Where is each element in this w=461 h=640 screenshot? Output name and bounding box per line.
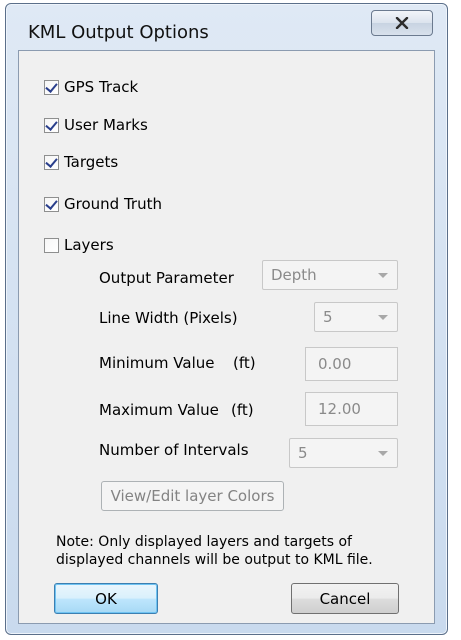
number-of-intervals-select[interactable]: 5 [289,438,398,468]
ground-truth-checkbox[interactable] [44,196,59,212]
chevron-down-icon [378,451,388,456]
minimum-value-label: Minimum Value [99,354,215,372]
note-line-2: displayed channels will be output to KML… [56,552,373,568]
output-parameter-value: Depth [271,266,317,284]
cancel-button[interactable]: Cancel [291,583,399,614]
chevron-down-icon [378,273,388,278]
targets-option[interactable]: Targets [44,153,118,171]
gps-track-label: GPS Track [64,78,139,96]
minimum-value-unit: (ft) [233,354,256,372]
user-marks-option[interactable]: User Marks [44,116,148,134]
minimum-value-text: 0.00 [318,355,352,373]
title-bar[interactable]: KML Output Options [6,4,447,50]
ground-truth-option[interactable]: Ground Truth [44,195,162,213]
number-of-intervals-value: 5 [298,444,308,462]
gps-track-option[interactable]: GPS Track [44,78,138,96]
note-line-1: Note: Only displayed layers and targets … [56,534,352,550]
ground-truth-label: Ground Truth [64,195,162,213]
layers-checkbox[interactable] [44,237,59,253]
output-parameter-label: Output Parameter [99,269,234,287]
minimum-value-input[interactable]: 0.00 [305,347,398,381]
close-x-icon [395,17,409,29]
targets-label: Targets [64,153,119,171]
view-edit-layer-colors-button[interactable]: View/Edit layer Colors [101,481,284,511]
user-marks-label: User Marks [64,116,148,134]
maximum-value-text: 12.00 [318,400,361,418]
line-width-select[interactable]: 5 [314,302,398,332]
close-button[interactable] [371,10,433,36]
dialog-content: GPS Track User Marks Targets Ground Trut… [18,50,435,624]
chevron-down-icon [378,315,388,320]
line-width-value: 5 [323,308,333,326]
maximum-value-input[interactable]: 12.00 [305,392,398,426]
dialog-window: KML Output Options GPS Track User Marks … [5,3,448,635]
maximum-value-label: Maximum Value [99,401,219,419]
targets-checkbox[interactable] [44,154,59,170]
ok-button[interactable]: OK [54,583,158,614]
maximum-value-unit: (ft) [231,401,254,419]
layers-label: Layers [64,236,114,254]
gps-track-checkbox[interactable] [44,79,59,95]
line-width-label: Line Width (Pixels) [99,309,238,327]
layers-option[interactable]: Layers [44,236,114,254]
note-text: Note: Only displayed layers and targets … [56,533,373,569]
output-parameter-select[interactable]: Depth [262,260,398,290]
dialog-title: KML Output Options [28,22,209,43]
user-marks-checkbox[interactable] [44,117,59,133]
number-of-intervals-label: Number of Intervals [99,441,249,459]
